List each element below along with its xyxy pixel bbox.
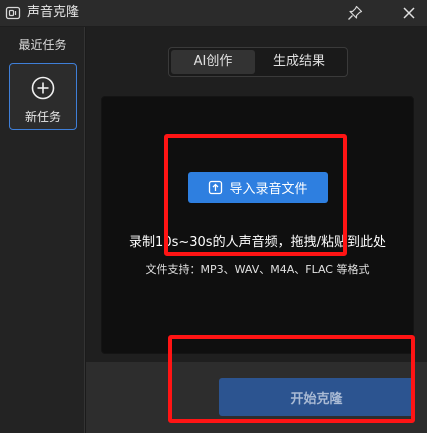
window-title: 声音克隆 — [27, 5, 80, 20]
app-icon — [5, 6, 21, 20]
upload-icon — [209, 180, 223, 195]
sidebar-title: 最近任务 — [18, 38, 67, 52]
audio-drop-zone[interactable] — [101, 96, 414, 354]
new-task-label: 新任务 — [24, 110, 61, 124]
title-bar: 声音克隆 — [0, 0, 427, 27]
mode-tabs: AI创作 生成结果 — [168, 47, 348, 77]
import-button-label: 导入录音文件 — [229, 182, 308, 197]
supported-formats-hint: 文件支持：MP3、WAV、M4A、FLAC 等格式 — [145, 263, 370, 276]
start-clone-button[interactable]: 开始克隆 — [219, 378, 414, 416]
sidebar: 最近任务 新任务 — [0, 27, 85, 433]
plus-circle-icon — [31, 76, 55, 100]
close-icon[interactable] — [402, 6, 416, 20]
pin-icon[interactable] — [347, 5, 363, 21]
upload-hint: 录制10s~30s的人声音频，拖拽/粘贴到此处 — [129, 235, 386, 250]
import-recording-button[interactable]: 导入录音文件 — [188, 172, 328, 203]
tab-results[interactable]: 生成结果 — [255, 50, 343, 74]
new-task-button[interactable]: 新任务 — [9, 63, 77, 130]
tab-ai-create[interactable]: AI创作 — [171, 50, 255, 74]
